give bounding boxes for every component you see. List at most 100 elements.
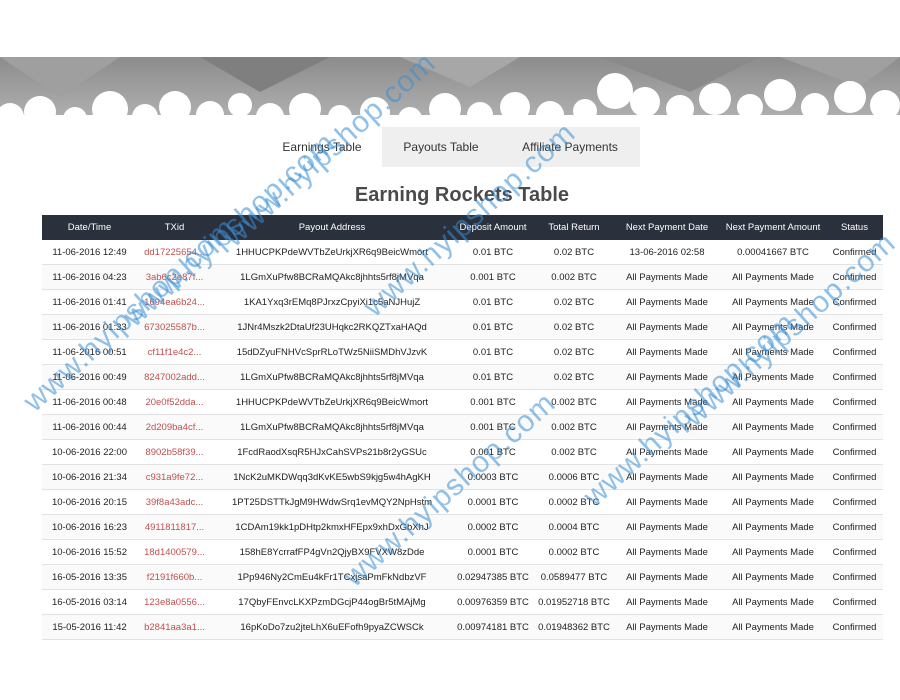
- table-row: 11-06-2016 00:44 2d209ba4cf... 1LGmXuPfw8B…: [42, 414, 883, 440]
- cell-deposit-amount: 0.001 BTC: [452, 414, 534, 440]
- cell-total-return: 0.0004 BTC: [534, 514, 614, 540]
- cell-next-payment-date: All Payments Made: [614, 564, 720, 590]
- cell-deposit-amount: 0.01 BTC: [452, 289, 534, 315]
- cell-date-time: 11-06-2016 01:41: [42, 289, 137, 315]
- cell-next-payment-date: All Payments Made: [614, 514, 720, 540]
- cell-status: Confirmed: [826, 264, 883, 290]
- table-row: 10-06-2016 15:52 18d1400579... 158hE8Ycrra…: [42, 539, 883, 565]
- cell-next-payment-amount: All Payments Made: [720, 264, 826, 290]
- cell-txid[interactable]: 39f8a43adc...: [137, 489, 212, 515]
- cell-date-time: 11-06-2016 04:23: [42, 264, 137, 290]
- cell-total-return: 0.0589477 BTC: [534, 564, 614, 590]
- cell-next-payment-amount: All Payments Made: [720, 314, 826, 340]
- table-row: 15-05-2016 11:42 b2841aa3a1... 16pKoDo7zu2…: [42, 614, 883, 640]
- tab-affiliate-payments[interactable]: Affiliate Payments: [500, 127, 640, 167]
- cell-next-payment-amount: All Payments Made: [720, 389, 826, 415]
- cell-total-return: 0.02 BTC: [534, 339, 614, 365]
- cell-payout-address: 1FcdRaodXsqR5HJxCahSVPs21b8r2yGSUc: [212, 439, 452, 465]
- cell-deposit-amount: 0.00976359 BTC: [452, 589, 534, 615]
- cell-txid[interactable]: 673025587b...: [137, 314, 212, 340]
- cell-date-time: 16-05-2016 03:14: [42, 589, 137, 615]
- cell-date-time: 11-06-2016 00:48: [42, 389, 137, 415]
- cell-payout-address: 1PT25DSTTkJgM9HWdwSrq1evMQY2NpHstm: [212, 489, 452, 515]
- cell-txid[interactable]: 3ab6c2e87f...: [137, 264, 212, 290]
- table-row: 10-06-2016 20:15 39f8a43adc... 1PT25DSTTkJ…: [42, 489, 883, 515]
- cell-next-payment-date: All Payments Made: [614, 489, 720, 515]
- earnings-table: Date/Time TXid Payout Address Deposit Am…: [42, 215, 883, 640]
- cell-status: Confirmed: [826, 289, 883, 315]
- table-row: 10-06-2016 21:34 c931a9fe72... 1NcK2uMKDWq…: [42, 464, 883, 490]
- tab-payouts-table[interactable]: Payouts Table: [382, 127, 500, 167]
- cell-payout-address: 1NcK2uMKDWqq3dKvKE5wbS9kjg5w4hAgKH: [212, 464, 452, 490]
- cell-txid[interactable]: 123e8a0556...: [137, 589, 212, 615]
- cell-date-time: 11-06-2016 01:33: [42, 314, 137, 340]
- cell-next-payment-date: All Payments Made: [614, 439, 720, 465]
- cell-next-payment-date: All Payments Made: [614, 414, 720, 440]
- cell-next-payment-date: All Payments Made: [614, 264, 720, 290]
- cell-txid[interactable]: 4911811817...: [137, 514, 212, 540]
- cell-payout-address: 1LGmXuPfw8BCRaMQAkc8jhhts5rf8jMVqa: [212, 414, 452, 440]
- header-total-return: Total Return: [534, 215, 614, 240]
- tab-earnings-table[interactable]: Earnings Table: [262, 127, 382, 167]
- cell-date-time: 10-06-2016 16:23: [42, 514, 137, 540]
- cell-status: Confirmed: [826, 240, 883, 265]
- table-row: 16-05-2016 03:14 123e8a0556... 17QbyFEnvcL…: [42, 589, 883, 615]
- cell-next-payment-amount: All Payments Made: [720, 339, 826, 365]
- cell-next-payment-date: All Payments Made: [614, 314, 720, 340]
- cell-deposit-amount: 0.0003 BTC: [452, 464, 534, 490]
- cell-date-time: 16-05-2016 13:35: [42, 564, 137, 590]
- cell-txid[interactable]: b2841aa3a1...: [137, 614, 212, 640]
- cell-payout-address: 17QbyFEnvcLKXPzmDGcjP44ogBr5tMAjMg: [212, 589, 452, 615]
- cell-txid[interactable]: cf11f1e4c2...: [137, 339, 212, 365]
- cell-next-payment-amount: All Payments Made: [720, 514, 826, 540]
- cell-next-payment-amount: All Payments Made: [720, 564, 826, 590]
- cell-total-return: 0.0002 BTC: [534, 539, 614, 565]
- header-status: Status: [826, 215, 883, 240]
- cell-status: Confirmed: [826, 589, 883, 615]
- cell-total-return: 0.01952718 BTC: [534, 589, 614, 615]
- cell-txid[interactable]: f2191f660b...: [137, 564, 212, 590]
- cell-next-payment-amount: 0.00041667 BTC: [720, 240, 826, 265]
- cell-date-time: 11-06-2016 00:49: [42, 364, 137, 390]
- cell-txid[interactable]: c931a9fe72...: [137, 464, 212, 490]
- cell-next-payment-amount: All Payments Made: [720, 589, 826, 615]
- cell-payout-address: 16pKoDo7zu2jteLhX6uEFofh9pyaZCWSCk: [212, 614, 452, 640]
- table-tabs: Earnings Table Payouts Table Affiliate P…: [262, 127, 640, 167]
- cell-next-payment-amount: All Payments Made: [720, 289, 826, 315]
- cell-status: Confirmed: [826, 414, 883, 440]
- cell-next-payment-amount: All Payments Made: [720, 539, 826, 565]
- cell-txid[interactable]: 1694ea6b24...: [137, 289, 212, 315]
- cell-txid[interactable]: 8247002add...: [137, 364, 212, 390]
- cell-status: Confirmed: [826, 614, 883, 640]
- cell-next-payment-date: All Payments Made: [614, 464, 720, 490]
- cell-next-payment-amount: All Payments Made: [720, 414, 826, 440]
- cell-date-time: 11-06-2016 00:44: [42, 414, 137, 440]
- cell-total-return: 0.002 BTC: [534, 264, 614, 290]
- table-row: 11-06-2016 01:33 673025587b... 1JNr4Mszk2D…: [42, 314, 883, 340]
- cell-status: Confirmed: [826, 389, 883, 415]
- cell-next-payment-amount: All Payments Made: [720, 464, 826, 490]
- table-row: 11-06-2016 12:49 dd17225654... 1HHUCPKPdeW…: [42, 240, 883, 265]
- cell-payout-address: 15dDZyuFNHVcSprRLoTWz5NiiSMDhVJzvK: [212, 339, 452, 365]
- table-row: 16-05-2016 13:35 f2191f660b... 1Pp946Ny2Cm…: [42, 564, 883, 590]
- cell-txid[interactable]: 20e0f52dda...: [137, 389, 212, 415]
- cell-total-return: 0.002 BTC: [534, 439, 614, 465]
- cell-total-return: 0.0002 BTC: [534, 489, 614, 515]
- cloud-banner: [0, 57, 900, 127]
- cell-status: Confirmed: [826, 514, 883, 540]
- cell-payout-address: 1KA1Yxq3rEMq8PJrxzCpyiXi1c5aNJHujZ: [212, 289, 452, 315]
- cell-status: Confirmed: [826, 489, 883, 515]
- cell-txid[interactable]: 18d1400579...: [137, 539, 212, 565]
- cell-txid[interactable]: dd17225654...: [137, 240, 212, 265]
- cell-txid[interactable]: 2d209ba4cf...: [137, 414, 212, 440]
- header-next-payment-date: Next Payment Date: [614, 215, 720, 240]
- cell-deposit-amount: 0.00974181 BTC: [452, 614, 534, 640]
- cell-total-return: 0.02 BTC: [534, 289, 614, 315]
- page-title: Earning Rockets Table: [354, 184, 570, 206]
- cell-date-time: 10-06-2016 15:52: [42, 539, 137, 565]
- cell-next-payment-date: All Payments Made: [614, 289, 720, 315]
- table-header-row: Date/Time TXid Payout Address Deposit Am…: [42, 215, 883, 240]
- cell-deposit-amount: 0.0001 BTC: [452, 539, 534, 565]
- cell-txid[interactable]: 8902b58f39...: [137, 439, 212, 465]
- cell-next-payment-amount: All Payments Made: [720, 489, 826, 515]
